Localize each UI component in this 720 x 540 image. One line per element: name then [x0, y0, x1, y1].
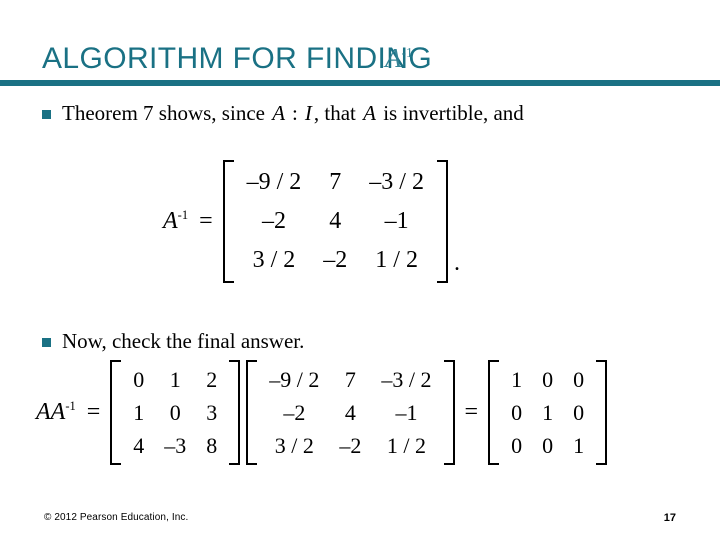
bullet-1-lead: Theorem 7 shows, since [62, 101, 271, 125]
matrix-cell: –9 / 2 [269, 367, 320, 392]
slide-canvas: ALGORITHM FOR FINDING A-1 Theorem 7 show… [0, 0, 720, 540]
matrix-bracket-right-icon [229, 360, 241, 465]
title-overlay-variable: A [385, 43, 402, 73]
matrix-cell: 0 [573, 367, 585, 392]
matrix-cell: 3 / 2 [274, 433, 314, 458]
equation-check-operator-2: = [464, 399, 479, 425]
bullet-1-middle: , that [313, 101, 362, 125]
matrix-b: –9 / 2 7 –3 / 2 –2 4 –1 3 / 2 –2 1 / 2 [243, 360, 457, 465]
matrix-result-grid: 100010001 [499, 360, 596, 465]
equation-inverse-operator: = [199, 208, 213, 234]
matrix-cell: 7 [344, 367, 356, 392]
matrix-cell: –3 / 2 [381, 367, 432, 392]
matrix-cell: 3 [206, 400, 218, 425]
matrix-inverse-grid: –9 / 2 7 –3 / 2 –2 4 –1 3 / 2 –2 1 / 2 [234, 160, 437, 283]
matrix-cell: 1 [542, 400, 554, 425]
matrix-a-grid: 0 1 2 1 0 3 4 –3 8 [121, 360, 229, 465]
matrix-cell: 3 / 2 [252, 247, 296, 273]
matrix-cell: 0 [133, 367, 145, 392]
equation-check: AA-1 = 0 1 2 1 0 3 4 –3 8 –9 / 2 7 –3 / 2 –2 4 –1 3 / … [36, 360, 610, 465]
matrix-bracket-left-icon [222, 160, 234, 283]
title-divider-rule [0, 80, 720, 86]
bullet-1-relation: : [292, 101, 298, 125]
matrix-cell: –1 [395, 400, 418, 425]
equation-inverse-terminator: . [453, 250, 460, 276]
bullet-1-var-i: I [304, 101, 312, 125]
footer-copyright: © 2012 Pearson Education, Inc. [44, 512, 189, 523]
matrix-cell: –3 / 2 [369, 169, 424, 195]
matrix-cell: 1 [573, 433, 585, 458]
bullet-item-check-text: Now, check the final answer. [62, 329, 305, 353]
matrix-bracket-right-icon [596, 360, 608, 465]
matrix-cell: 1 [511, 367, 523, 392]
matrix-cell: –2 [261, 208, 286, 234]
matrix-a: 0 1 2 1 0 3 4 –3 8 [107, 360, 243, 465]
matrix-cell: 0 [542, 367, 554, 392]
title-overlay-superscript: -1 [401, 45, 413, 61]
page-title: ALGORITHM FOR FINDING [42, 42, 433, 75]
matrix-cell: 0 [511, 400, 523, 425]
equation-inverse-label-sup: -1 [177, 208, 189, 222]
matrix-bracket-left-icon [488, 360, 500, 465]
matrix-bracket-right-icon [443, 360, 455, 465]
matrix-inverse: –9 / 2 7 –3 / 2 –2 4 –1 3 / 2 –2 1 / 2 [220, 160, 451, 283]
title-block: ALGORITHM FOR FINDING A-1 [42, 38, 682, 84]
matrix-cell: –2 [339, 433, 362, 458]
matrix-cell: –2 [323, 247, 348, 273]
equation-inverse-label: A-1 [163, 208, 192, 235]
bullet-1-var-a: A [272, 101, 286, 125]
matrix-cell: 2 [206, 367, 218, 392]
matrix-cell: –9 / 2 [246, 169, 302, 195]
footer-page-number: 17 [663, 512, 676, 524]
bullet-item-check: Now, check the final answer. [42, 327, 304, 356]
matrix-b-grid: –9 / 2 7 –3 / 2 –2 4 –1 3 / 2 –2 1 / 2 [257, 360, 443, 465]
matrix-cell: 1 [133, 400, 145, 425]
matrix-bracket-left-icon [246, 360, 258, 465]
matrix-cell: 0 [542, 433, 554, 458]
matrix-cell: 4 [329, 208, 342, 234]
matrix-cell: –3 [164, 433, 187, 458]
equation-check-label-sup: -1 [65, 399, 76, 413]
matrix-result-identity: 100010001 [485, 360, 610, 465]
equation-inverse: A-1 = –9 / 2 7 –3 / 2 –2 4 –1 3 / 2 –2 1 / 2 . [163, 160, 460, 283]
matrix-cell: 0 [573, 400, 585, 425]
equation-check-label-var: AA [36, 399, 66, 425]
title-overlay-equation: A-1 [385, 43, 413, 74]
matrix-cell: 1 / 2 [375, 247, 418, 273]
matrix-cell: 1 [169, 367, 181, 392]
matrix-bracket-left-icon [110, 360, 122, 465]
equation-check-label: AA-1 [36, 399, 80, 426]
matrix-cell: 8 [206, 433, 218, 458]
matrix-cell: –1 [384, 208, 409, 234]
bullet-square-icon [42, 338, 51, 347]
bullet-1-var-a2: A [363, 101, 376, 125]
bullet-item-theorem: Theorem 7 shows, since A: I, that A is in… [42, 99, 524, 128]
matrix-cell: 7 [329, 169, 342, 195]
equation-check-operator: = [86, 399, 101, 425]
matrix-cell: –2 [283, 400, 306, 425]
bullet-1-tail: is invertible, and [377, 101, 524, 125]
matrix-bracket-right-icon [436, 160, 448, 283]
matrix-cell: 4 [133, 433, 145, 458]
matrix-cell: 0 [511, 433, 523, 458]
matrix-cell: 1 / 2 [386, 433, 427, 458]
matrix-cell: 0 [169, 400, 181, 425]
matrix-cell: 4 [344, 400, 356, 425]
bullet-item-theorem-text: Theorem 7 shows, since A: I, that A is in… [62, 99, 524, 128]
equation-inverse-label-var: A [163, 208, 178, 234]
bullet-square-icon [42, 110, 51, 119]
